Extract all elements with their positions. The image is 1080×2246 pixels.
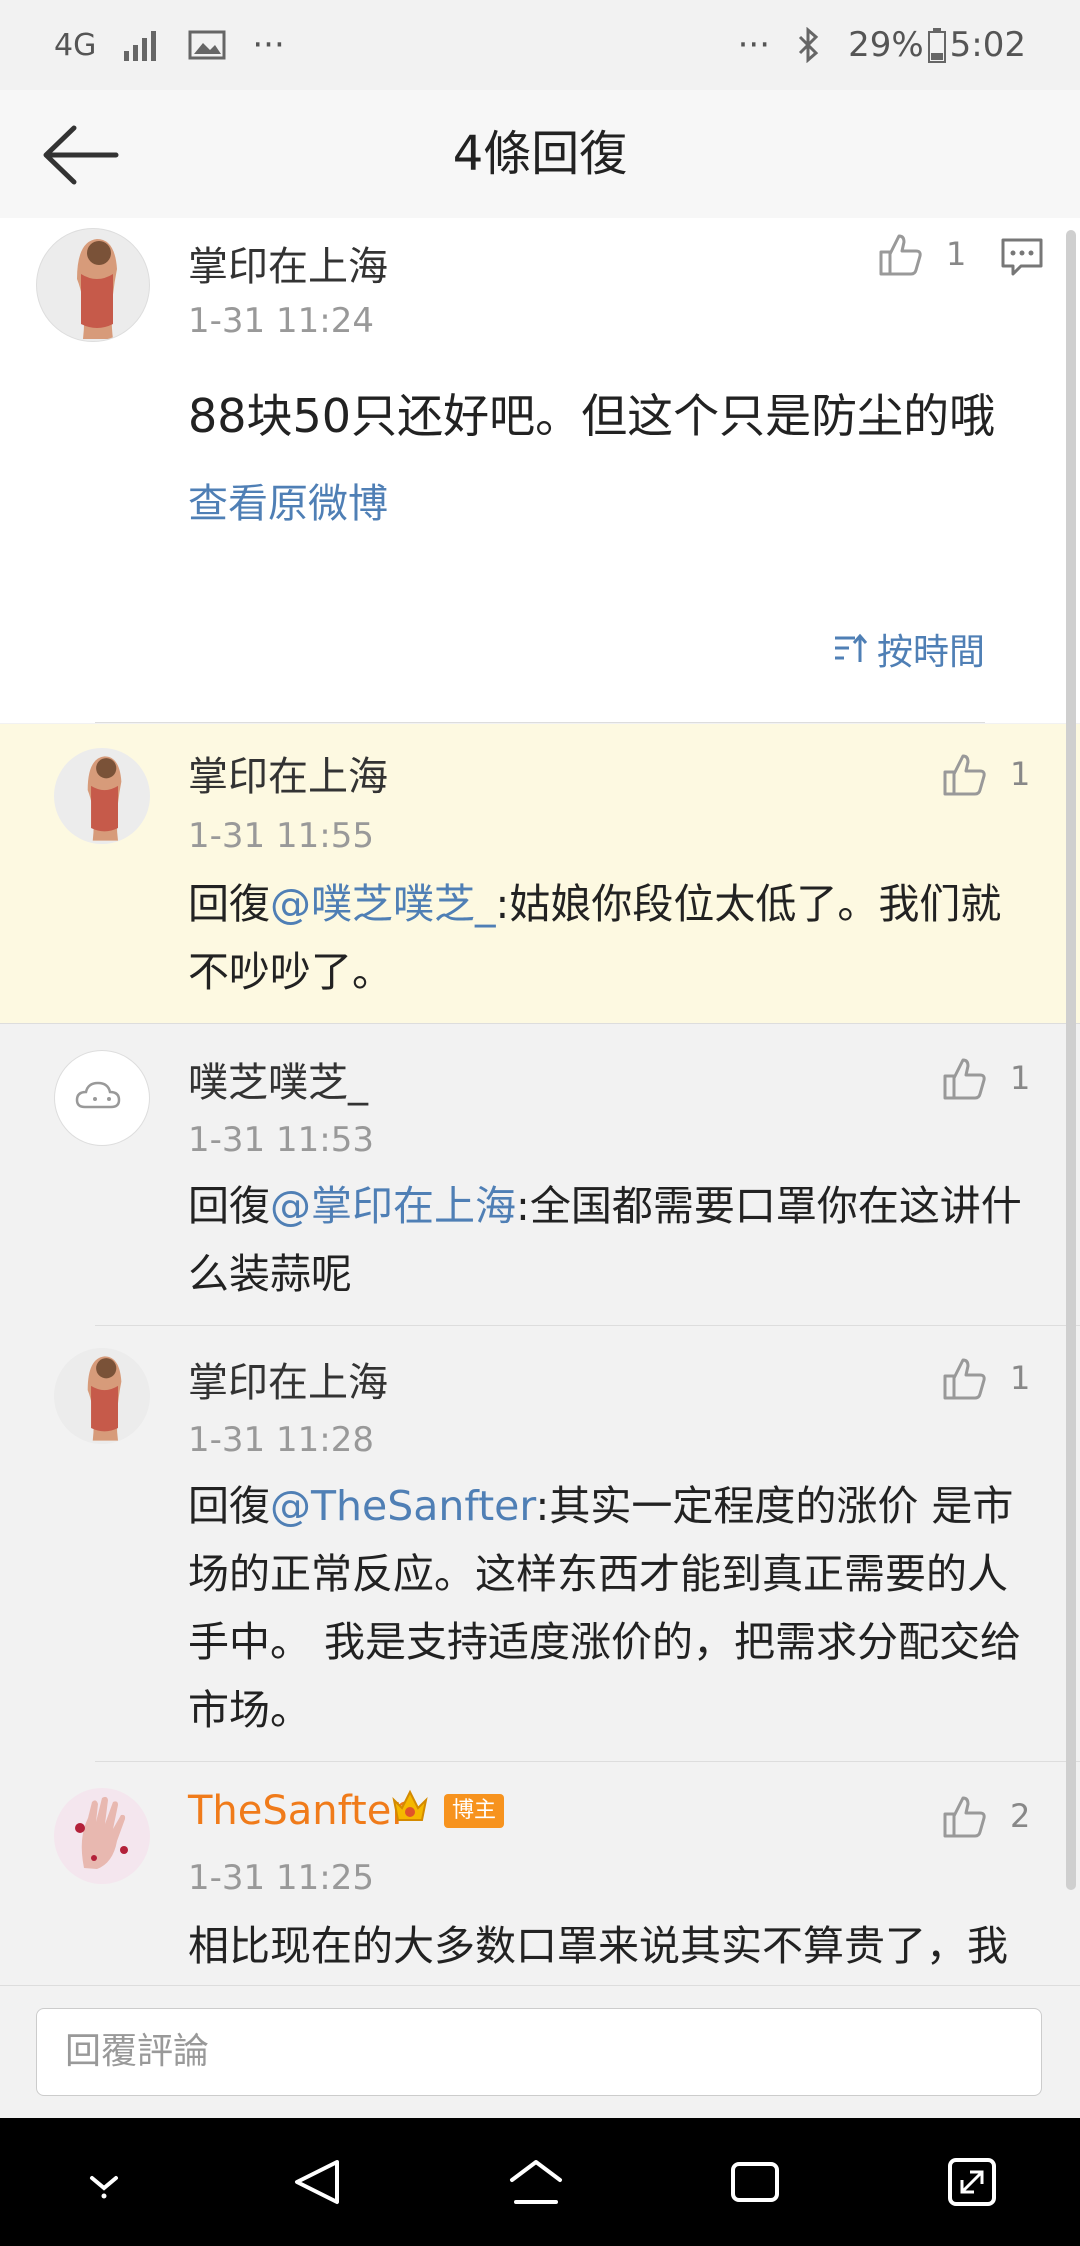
cloud-icon [75,1081,121,1109]
back-nav-icon[interactable] [289,2156,345,2208]
author-name[interactable]: 掌印在上海 [188,744,388,802]
status-bar: 4G ··· ··· 29% 5:02 [0,0,1080,90]
battery-icon [927,28,946,63]
more-notifications-icon: ··· [252,25,285,65]
reply-text: 相比现在的大多数口罩来说其实不算贵了，我 [188,1922,1008,1970]
view-original-link[interactable]: 查看原微博 [188,470,388,538]
reply-time: 1-31 11:55 [188,816,374,856]
bluetooth-icon [799,27,819,63]
sort-toggle[interactable]: 按時間 [833,623,985,675]
reply-input[interactable]: 回覆評論 [36,2008,1042,2096]
reply-item[interactable]: 掌印在上海 1-31 11:28 1 回復@TheSanfter:其实一定程度的… [0,1326,1080,1762]
reply-prefix: 回復 [188,1482,270,1530]
thumbs-up-icon [943,1358,986,1400]
reply-text: 回復@噗芝噗芝_:姑娘你段位太低了。我们就不吵吵了。 [188,870,1038,1006]
thumbs-up-icon [879,234,922,276]
avatar[interactable] [36,228,150,342]
mention-link[interactable]: @掌印在上海 [270,1182,516,1230]
reply-prefix: 回復 [188,880,270,928]
author-name[interactable]: 掌印在上海 [188,1350,388,1408]
thumbs-up-icon [943,1796,986,1838]
comment-text: 88块50只还好吧。但这个只是防尘的哦 [188,389,996,443]
like-button[interactable]: 1 [942,752,1030,796]
back-arrow-icon[interactable] [40,120,120,190]
home-nav-icon[interactable] [506,2156,566,2208]
recents-nav-icon[interactable] [727,2156,783,2208]
sort-icon [834,633,868,662]
comment-icon[interactable] [1000,236,1044,278]
author-name[interactable]: 噗芝噗芝_ [188,1050,368,1108]
clock: 5:02 [949,25,1026,65]
like-count: 1 [1010,755,1031,793]
avatar[interactable] [54,1050,150,1146]
like-count: 1 [1010,1359,1031,1397]
more-status-icon: ··· [737,25,771,65]
reply-input-bar: 回覆評論 [0,1985,1080,2119]
reply-time: 1-31 11:25 [188,1858,374,1898]
reply-item[interactable]: 掌印在上海 1-31 11:55 1 回復@噗芝噗芝_:姑娘你段位太低了。我们就… [0,724,1080,1024]
like-count: 1 [1010,1059,1031,1097]
like-count: 2 [1010,1797,1031,1835]
thumbs-up-icon [943,1058,986,1100]
avatar[interactable] [54,748,150,844]
like-button[interactable]: 1 [942,1056,1030,1100]
system-nav-bar [0,2118,1080,2246]
battery-percent: 29% [848,25,924,65]
signal-icon [124,31,157,61]
reply-text: 回復@TheSanfter:其实一定程度的涨价 是市场的正常反应。这样东西才能到… [188,1472,1038,1744]
divider [95,722,985,723]
post-time: 1-31 11:24 [188,301,374,341]
avatar[interactable] [54,1788,150,1884]
top-bar: 4條回復 [0,90,1080,219]
reply-time: 1-31 11:28 [188,1420,374,1460]
mention-link[interactable]: @噗芝噗芝_ [270,880,496,928]
reply-prefix: 回復 [188,1182,270,1230]
vip-crown-icon [392,1789,428,1821]
thumbs-up-icon [943,754,986,796]
sort-label: 按時間 [876,632,985,673]
like-button[interactable]: 1 [878,232,966,276]
reply-time: 1-31 11:53 [188,1120,374,1160]
blogger-badge: 博主 [444,1794,505,1828]
like-count: 1 [946,235,967,273]
author-name[interactable]: TheSanfter [188,1788,408,1834]
network-indicator: 4G [54,27,97,63]
reply-item[interactable]: 噗芝噗芝_ 1-31 11:53 1 回復@掌印在上海:全国都需要口罩你在这讲什… [0,1024,1080,1326]
like-button[interactable]: 1 [942,1356,1030,1400]
author-name[interactable]: 掌印在上海 [188,234,388,292]
main-comment: 掌印在上海 1-31 11:24 1 88块50只还好吧。但这个只是防尘的哦 查… [0,218,1080,723]
image-icon [188,30,226,60]
mention-link[interactable]: @TheSanfter [270,1482,536,1530]
expand-icon[interactable] [944,2154,1000,2210]
like-button[interactable]: 2 [942,1794,1030,1838]
hide-keyboard-icon[interactable] [80,2162,128,2202]
page-title: 4條回復 [452,126,628,182]
avatar[interactable] [54,1348,150,1444]
reply-text: 回復@掌印在上海:全国都需要口罩你在这讲什么装蒜呢 [188,1172,1028,1308]
reply-item[interactable]: TheSanfter 博主 1-31 11:25 2 相比现在的大多数口罩来说其… [0,1762,1080,1985]
scrollbar[interactable] [1066,230,1076,1890]
